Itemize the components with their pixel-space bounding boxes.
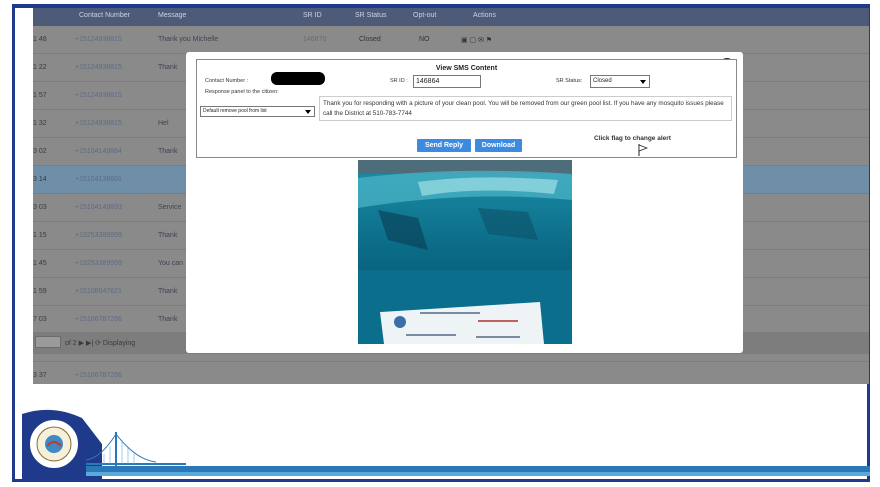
row-message: Thank you Michelle — [158, 36, 219, 43]
redacted-contact-number — [271, 72, 325, 85]
row-time: 3 02 — [33, 148, 47, 155]
page-number-input[interactable] — [35, 336, 61, 348]
presentation-slide: Contact Number Message SR ID SR Status O… — [0, 0, 880, 487]
row-message: Thank — [158, 316, 178, 323]
row-phone: +15124938815 — [75, 64, 122, 71]
row-time: 1 48 — [33, 36, 47, 43]
response-panel-label: Response panel to the citizen: — [205, 89, 279, 95]
row-phone: +15104149864 — [75, 148, 122, 155]
row-time: 1 59 — [33, 288, 47, 295]
row-message: Thank — [158, 288, 178, 295]
sr-status-value: Closed — [593, 78, 612, 84]
sr-id-label: SR ID : — [390, 78, 408, 84]
row-phone: +15106787266 — [75, 316, 122, 323]
row-message: Hel — [158, 120, 169, 127]
row-time: 3 03 — [33, 204, 47, 211]
send-reply-button[interactable]: Send Reply — [417, 139, 471, 152]
row-time: 1 57 — [33, 92, 47, 99]
col-contact-number[interactable]: Contact Number — [79, 12, 130, 19]
row-time: 3 37 — [33, 372, 47, 379]
flag-icon[interactable] — [638, 144, 648, 156]
grid-header: Contact Number Message SR ID SR Status O… — [33, 8, 869, 26]
table-row[interactable]: 1 48 +15124938815 Thank you Michelle 146870… — [33, 26, 869, 54]
flag-instruction-label: Click flag to change alert — [594, 135, 671, 142]
response-template-value: Default remove pool from list — [203, 108, 267, 114]
row-message: Thank — [158, 148, 178, 155]
row-time: 1 22 — [33, 64, 47, 71]
row-time: 1 45 — [33, 260, 47, 267]
row-status: Closed — [359, 36, 381, 43]
col-opt-out[interactable]: Opt-out — [413, 12, 436, 19]
chevron-down-icon — [640, 80, 646, 84]
table-row[interactable]: 3 37 +15106787266 — [33, 362, 869, 384]
row-action-icons[interactable]: ▣ ▢ ✉ ⚑ — [461, 36, 492, 44]
row-phone: +15124938815 — [75, 36, 122, 43]
reply-message-textarea[interactable]: Thank you for responding with a picture … — [319, 96, 732, 121]
row-time: 7 03 — [33, 316, 47, 323]
footer-ribbon-light — [86, 472, 870, 476]
row-message: Service — [158, 204, 182, 211]
chevron-down-icon — [305, 110, 311, 114]
col-sr-id[interactable]: SR ID — [303, 12, 322, 19]
row-message: Thank — [158, 64, 178, 71]
sr-status-select[interactable]: Closed — [590, 75, 650, 88]
sr-status-label: SR Status: — [556, 78, 583, 84]
row-phone: +15124938815 — [75, 120, 122, 127]
row-phone: +15108647621 — [75, 288, 122, 295]
contact-number-label: Contact Number : — [205, 78, 249, 84]
row-time: 1 15 — [33, 232, 47, 239]
row-phone: +19253389959 — [75, 260, 122, 267]
modal-title: View SMS Content — [435, 65, 498, 72]
row-time: 1 32 — [33, 120, 47, 127]
sr-id-field[interactable]: 146864 — [413, 75, 481, 88]
col-actions[interactable]: Actions — [473, 12, 496, 19]
row-phone: +15106787266 — [75, 372, 122, 379]
bay-bridge-icon — [86, 432, 186, 466]
pager-text: of 2 ▶ ▶| ⟳ Displaying — [65, 340, 136, 347]
response-template-select[interactable]: Default remove pool from list — [200, 106, 315, 117]
slide-frame-left — [12, 4, 15, 482]
row-time: 3 14 — [33, 176, 47, 183]
row-opt-out: NO — [419, 36, 430, 43]
row-phone: +19253389959 — [75, 232, 122, 239]
row-message: You can — [158, 260, 184, 267]
pool-photo — [358, 160, 572, 344]
row-phone: +15124938815 — [75, 92, 122, 99]
download-button[interactable]: Download — [475, 139, 522, 152]
col-message[interactable]: Message — [158, 12, 186, 19]
row-sr-id: 146870 — [303, 36, 327, 43]
col-sr-status[interactable]: SR Status — [355, 12, 387, 19]
row-message: Thank — [158, 232, 178, 239]
slide-frame-bottom — [12, 479, 870, 482]
row-phone: +15104149893 — [75, 204, 122, 211]
row-phone: +15104138601 — [75, 176, 122, 183]
